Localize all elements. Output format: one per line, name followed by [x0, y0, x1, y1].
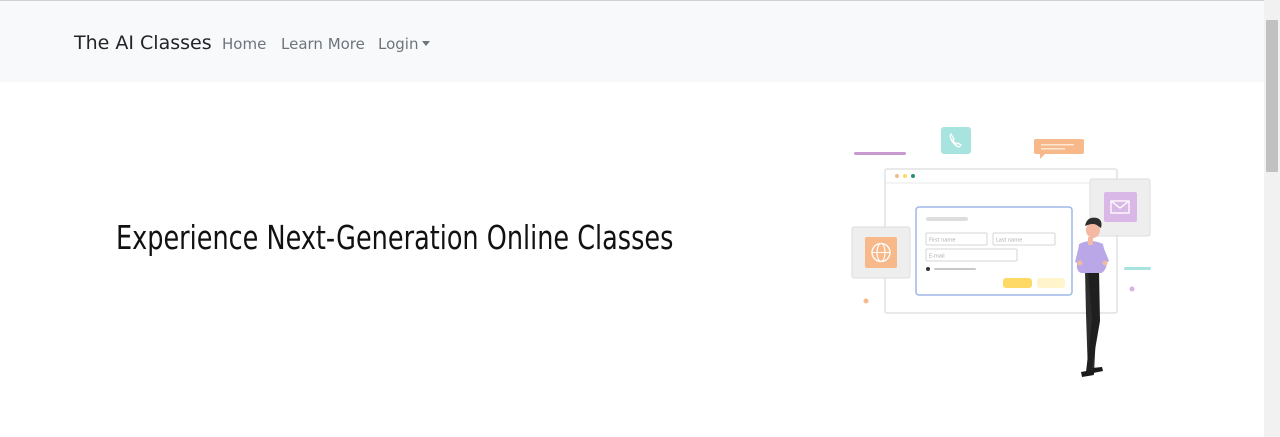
last-name-placeholder: Last name — [996, 238, 1022, 244]
nav-learn-more-link[interactable]: Learn More — [281, 34, 365, 54]
chat-bubble-icon — [1034, 139, 1084, 159]
nav-login-dropdown[interactable]: Login — [378, 34, 431, 54]
first-name-placeholder: First name — [929, 238, 955, 244]
navbar: The AI Classes Home Learn More Login — [0, 1, 1264, 82]
nav-home-link[interactable]: Home — [222, 34, 266, 54]
caret-down-icon — [422, 41, 431, 46]
hero-title: Experience Next-Generation Online Classe… — [116, 218, 674, 257]
signup-form-card: First name Last name E-mail — [915, 206, 1073, 296]
decor-teal-bar — [1124, 267, 1151, 270]
scrollbar-thumb[interactable] — [1266, 20, 1278, 172]
globe-icon — [851, 226, 911, 279]
decor-purple-bar — [854, 152, 906, 155]
hero-illustration: First name Last name E-mail — [851, 127, 1151, 377]
brand-link[interactable]: The AI Classes — [74, 31, 212, 55]
email-placeholder: E-mail — [929, 254, 945, 260]
decor-purple-dot — [1129, 286, 1135, 292]
nav-login-label: Login — [378, 35, 419, 53]
phone-icon — [941, 127, 971, 154]
form-cancel-button — [1037, 278, 1065, 288]
decor-orange-dot — [863, 298, 869, 304]
form-submit-button — [1003, 278, 1032, 288]
